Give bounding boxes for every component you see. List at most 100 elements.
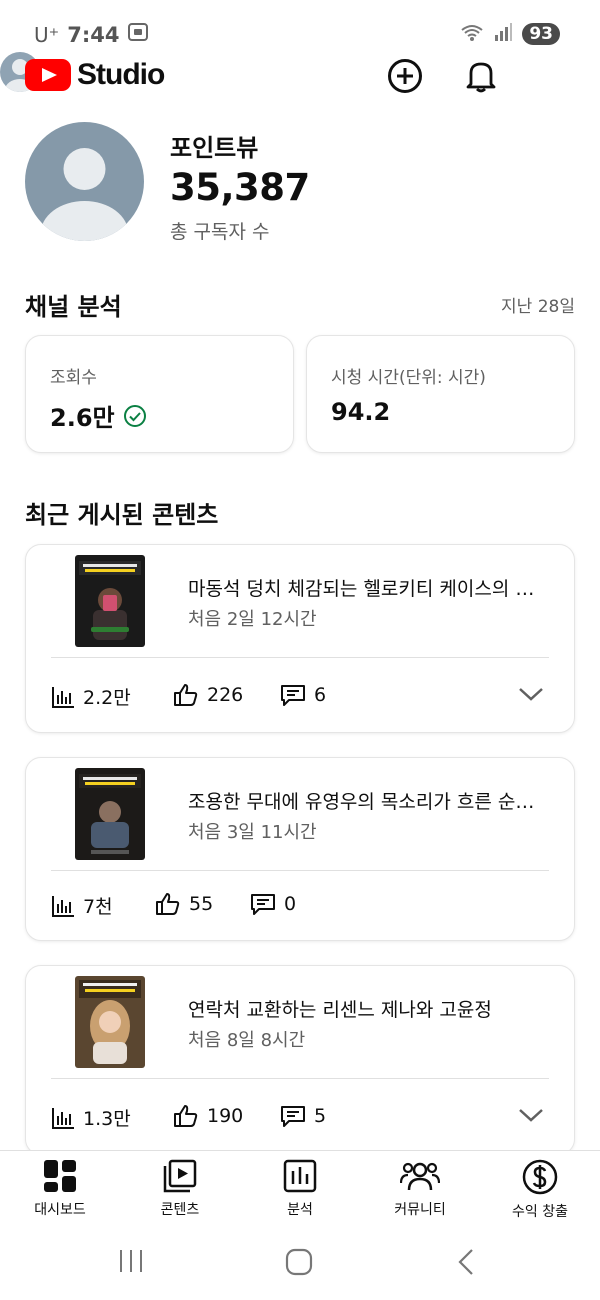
signal-icon	[494, 23, 513, 45]
status-right: 93	[460, 22, 560, 46]
subscriber-count: 35,387	[170, 166, 310, 209]
status-bar: U⁺ 7:44 93	[0, 0, 600, 60]
likes-count: 226	[207, 684, 244, 706]
nav-item-monetization[interactable]: 수익 창출	[480, 1151, 600, 1222]
system-nav-bar	[0, 1222, 600, 1300]
divider	[51, 657, 549, 658]
analytics-title: 채널 분석	[25, 293, 122, 321]
content-age: 처음 2일 12시간	[188, 609, 317, 630]
comments-stat: 6	[280, 683, 326, 707]
analytics-icon	[283, 1159, 317, 1193]
content-icon	[163, 1159, 197, 1193]
views-count: 2.2만	[83, 687, 131, 709]
metric-card-watch-time[interactable]: 시청 시간(단위: 시간) 94.2	[306, 335, 575, 453]
create-button[interactable]	[383, 54, 427, 98]
create-icon	[388, 59, 422, 93]
check-circle-icon	[123, 404, 146, 427]
channel-name: 포인트뷰	[170, 134, 259, 162]
channel-profile: 포인트뷰 35,387 총 구독자 수	[25, 122, 575, 243]
content-age: 처음 3일 11시간	[188, 822, 317, 843]
comments-count: 5	[314, 1105, 327, 1127]
bar-chart-icon	[52, 1107, 74, 1129]
content-card[interactable]: 조용한 무대에 유영우의 목소리가 흐른 순… 처음 3일 11시간 7천 55…	[25, 757, 575, 941]
back-button[interactable]	[456, 1248, 476, 1280]
app-title: Studio	[77, 58, 165, 91]
content-title[interactable]: 연락처 교환하는 리센느 제나와 고윤정	[188, 995, 553, 1022]
video-thumbnail[interactable]	[75, 768, 145, 860]
nav-label: 수익 창출	[512, 1204, 568, 1220]
bar-chart-icon	[52, 895, 74, 917]
studio-logo[interactable]: Studio	[25, 58, 165, 92]
wifi-icon	[460, 22, 484, 46]
views-count: 7천	[83, 896, 113, 918]
nav-label: 대시보드	[34, 1202, 86, 1218]
likes-stat: 190	[173, 1104, 243, 1128]
metric-label: 조회수	[50, 368, 97, 388]
subscriber-label: 총 구독자 수	[170, 221, 270, 243]
comments-stat: 0	[250, 892, 296, 916]
carrier-label: U⁺	[34, 22, 60, 47]
metric-value-text: 2.6만	[50, 404, 115, 432]
community-icon	[400, 1162, 440, 1191]
divider	[51, 1078, 549, 1079]
content-card[interactable]: 마동석 덩치 체감되는 헬로키티 케이스의 … 처음 2일 12시간 2.2만 …	[25, 544, 575, 733]
nav-item-content[interactable]: 콘텐츠	[120, 1151, 240, 1222]
nav-label: 콘텐츠	[160, 1202, 200, 1218]
views-stat: 2.2만	[51, 683, 131, 710]
metric-value: 94.2	[331, 398, 390, 426]
thumbs-up-icon	[174, 1105, 198, 1127]
home-icon	[285, 1248, 313, 1276]
metric-card-views[interactable]: 조회수 2.6만	[25, 335, 294, 453]
nav-item-dashboard[interactable]: 대시보드	[0, 1151, 120, 1222]
chevron-down-icon	[519, 1109, 543, 1122]
bell-icon	[466, 62, 496, 93]
youtube-logo-icon	[25, 59, 71, 91]
analytics-period: 지난 28일	[501, 297, 575, 317]
video-thumbnail[interactable]	[75, 976, 145, 1068]
divider	[51, 870, 549, 871]
views-stat: 1.3만	[51, 1104, 131, 1131]
channel-avatar[interactable]	[25, 122, 144, 241]
content-age: 처음 8일 8시간	[188, 1030, 306, 1051]
bottom-nav: 대시보드 콘텐츠 분석 커뮤니티 수익 창출	[0, 1150, 600, 1222]
content-card[interactable]: 연락처 교환하는 리센느 제나와 고윤정 처음 8일 8시간 1.3만 190 …	[25, 965, 575, 1155]
comments-count: 0	[284, 893, 297, 915]
nav-label: 커뮤니티	[394, 1202, 446, 1218]
bar-chart-icon	[52, 686, 74, 708]
home-button[interactable]	[285, 1248, 313, 1280]
likes-count: 190	[207, 1105, 244, 1127]
back-icon	[458, 1249, 473, 1275]
battery-badge: 93	[522, 23, 560, 45]
recent-apps-icon	[120, 1250, 142, 1272]
comment-icon	[281, 1106, 305, 1127]
recent-apps-button[interactable]	[118, 1248, 144, 1278]
views-count: 1.3만	[83, 1108, 131, 1130]
avatar-silhouette-icon	[40, 148, 129, 241]
thumbs-up-icon	[156, 893, 180, 915]
nav-item-analytics[interactable]: 분석	[240, 1151, 360, 1222]
comment-icon	[281, 685, 305, 706]
recent-content-title: 최근 게시된 콘텐츠	[25, 501, 219, 529]
likes-stat: 55	[155, 892, 213, 916]
comments-stat: 5	[280, 1104, 326, 1128]
expand-button[interactable]	[518, 686, 544, 706]
content-title[interactable]: 마동석 덩치 체감되는 헬로키티 케이스의 …	[188, 574, 553, 601]
monetization-icon	[522, 1159, 558, 1195]
metric-value: 2.6만	[50, 398, 147, 433]
notifications-button[interactable]	[459, 54, 503, 98]
clock: 7:44	[67, 22, 120, 47]
dashboard-icon	[44, 1160, 76, 1192]
status-left: U⁺ 7:44	[34, 22, 149, 47]
metric-label: 시청 시간(단위: 시간)	[331, 368, 486, 388]
nav-item-community[interactable]: 커뮤니티	[360, 1151, 480, 1222]
content-title[interactable]: 조용한 무대에 유영우의 목소리가 흐른 순…	[188, 787, 553, 814]
comment-icon	[251, 894, 275, 915]
views-stat: 7천	[51, 892, 113, 919]
video-thumbnail[interactable]	[75, 555, 145, 647]
expand-button[interactable]	[518, 1107, 544, 1127]
likes-count: 55	[189, 893, 214, 915]
thumbs-up-icon	[174, 684, 198, 706]
app-header: Studio	[0, 52, 600, 100]
comments-count: 6	[314, 684, 327, 706]
likes-stat: 226	[173, 683, 243, 707]
